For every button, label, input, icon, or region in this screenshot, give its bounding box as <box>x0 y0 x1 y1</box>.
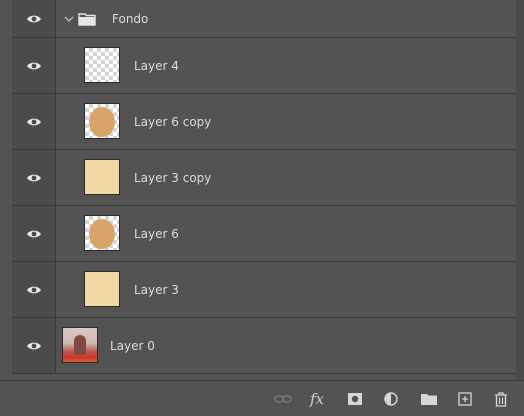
folder-icon <box>421 394 437 405</box>
layer-thumbnail[interactable] <box>84 103 120 139</box>
layers-toolbar: fx <box>0 380 524 416</box>
layer-group-fondo[interactable]: Fondo <box>12 0 524 38</box>
layer-name[interactable]: Layer 4 <box>134 38 179 93</box>
adjustment-icon <box>384 392 398 406</box>
visibility-toggle[interactable] <box>12 150 56 205</box>
folder-icon <box>78 13 96 26</box>
layer-thumbnail[interactable] <box>84 159 120 195</box>
chevron-down-icon[interactable] <box>64 14 74 24</box>
delete-layer-button[interactable] <box>490 389 512 409</box>
mask-icon <box>348 393 362 405</box>
layer-row[interactable]: Layer 3 <box>12 262 524 318</box>
fx-icon: fx <box>309 390 324 408</box>
layer-thumbnail[interactable] <box>84 271 120 307</box>
layer-row[interactable]: Layer 6 <box>12 206 524 262</box>
photo-figure <box>74 335 86 355</box>
group-name: Fondo <box>112 11 149 26</box>
eye-icon <box>26 15 41 22</box>
layer-thumbnail[interactable] <box>62 327 98 363</box>
layer-thumbnail[interactable] <box>84 47 120 83</box>
eye-icon <box>26 230 41 237</box>
new-layer-icon <box>458 392 472 406</box>
layers-list: Fondo Layer 4 Layer 6 copy Layer 3 copy … <box>12 0 524 374</box>
layer-row[interactable]: Layer 6 copy <box>12 94 524 150</box>
visibility-toggle[interactable] <box>12 0 56 37</box>
eye-icon <box>26 342 41 349</box>
trash-icon <box>495 391 507 407</box>
layer-thumbnail[interactable] <box>84 215 120 251</box>
link-icon <box>274 395 292 403</box>
adjustment-layer-button[interactable] <box>380 389 402 409</box>
visibility-toggle[interactable] <box>12 206 56 261</box>
panel-left-edge <box>0 0 12 416</box>
oval-shape <box>89 219 115 249</box>
fx-button[interactable]: fx <box>306 389 328 409</box>
eye-icon <box>26 118 41 125</box>
layer-name[interactable]: Layer 3 <box>134 262 179 317</box>
visibility-toggle[interactable] <box>12 38 56 93</box>
visibility-toggle[interactable] <box>12 262 56 317</box>
layer-name[interactable]: Layer 3 copy <box>134 150 211 205</box>
eye-icon <box>26 174 41 181</box>
layer-name[interactable]: Layer 6 <box>134 206 179 261</box>
eye-icon <box>26 62 41 69</box>
layer-row[interactable]: Layer 3 copy <box>12 150 524 206</box>
layer-row-bottom[interactable]: Layer 0 <box>12 318 524 374</box>
eye-icon <box>26 286 41 293</box>
visibility-toggle[interactable] <box>12 94 56 149</box>
layer-row[interactable]: Layer 4 <box>12 38 524 94</box>
new-group-button[interactable] <box>418 389 440 409</box>
visibility-toggle[interactable] <box>12 318 56 373</box>
oval-shape <box>89 107 115 137</box>
new-layer-button[interactable] <box>454 389 476 409</box>
add-mask-button[interactable] <box>344 389 366 409</box>
layer-name[interactable]: Layer 0 <box>110 318 155 373</box>
scrollbar[interactable] <box>516 0 524 380</box>
layer-name[interactable]: Layer 6 copy <box>134 94 211 149</box>
layers-panel: Fondo Layer 4 Layer 6 copy Layer 3 copy … <box>0 0 524 416</box>
link-layers-button[interactable] <box>272 389 294 409</box>
